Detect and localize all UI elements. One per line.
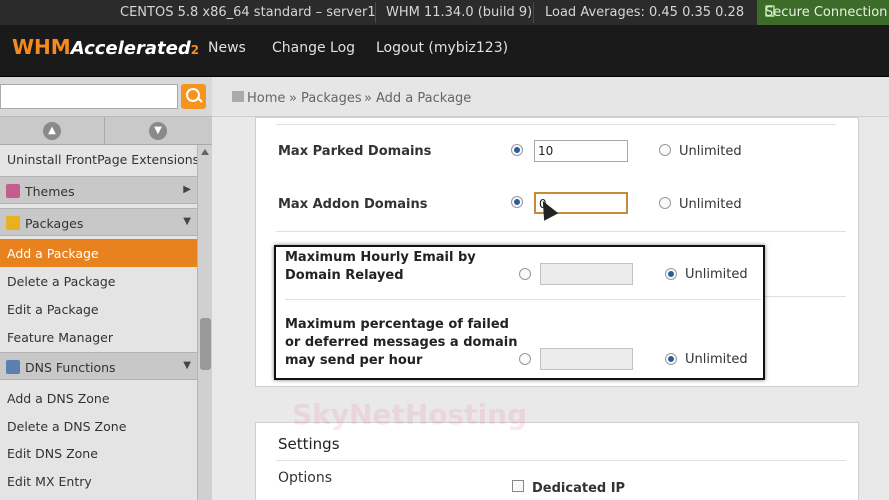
failed-custom-radio[interactable] xyxy=(519,353,531,365)
breadcrumb-home[interactable]: Home xyxy=(247,91,285,106)
search-icon[interactable] xyxy=(181,84,206,109)
failed-unlimited-radio[interactable] xyxy=(665,353,677,365)
hourly-value-input[interactable] xyxy=(540,263,633,285)
load-averages: Load Averages: 0.45 0.35 0.28 xyxy=(545,5,745,20)
sidebar-item-uninstall-frontpage[interactable]: Uninstall FrontPage Extensions xyxy=(0,145,197,173)
email-limits-callout: Maximum Hourly Email by Domain Relayed U… xyxy=(274,245,765,380)
dedicated-ip-checkbox[interactable] xyxy=(512,480,524,492)
hourly-unlimited-radio[interactable] xyxy=(665,268,677,280)
hourly-email-label-line2: Domain Relayed xyxy=(285,268,404,283)
parked-unlimited-label: Unlimited xyxy=(679,144,742,159)
sidebar-item-add-package[interactable]: Add a Package xyxy=(0,239,197,267)
breadcrumb: Home » Packages » Add a Package xyxy=(212,77,889,117)
whm-version: WHM 11.34.0 (build 9) xyxy=(386,5,533,20)
home-icon[interactable] xyxy=(232,91,244,102)
addon-unlimited-radio[interactable] xyxy=(659,197,671,209)
failed-unlimited-label: Unlimited xyxy=(685,352,748,367)
hourly-custom-radio[interactable] xyxy=(519,268,531,280)
main-header: WHMAccelerated2 News Change Log Logout (… xyxy=(0,25,889,77)
addon-custom-radio[interactable] xyxy=(511,196,523,208)
sidebar-item-edit-dns-zone[interactable]: Edit DNS Zone xyxy=(0,439,197,467)
chevron-down-icon: ▼ xyxy=(183,360,191,371)
hourly-email-label-line1: Maximum Hourly Email by xyxy=(285,250,476,265)
sidebar-search xyxy=(0,77,212,117)
sidebar-scroll-controls: ▲ ▼ xyxy=(0,117,212,145)
max-addon-label: Max Addon Domains xyxy=(278,197,428,212)
sidebar-item-edit-mx[interactable]: Edit MX Entry xyxy=(0,467,197,495)
scroll-up-icon[interactable]: ▲ xyxy=(43,122,61,140)
breadcrumb-current: Add a Package xyxy=(376,91,472,106)
scroll-down-icon[interactable]: ▼ xyxy=(149,122,167,140)
packages-icon xyxy=(6,216,20,230)
os-info: CENTOS 5.8 x86_64 standard – server1 xyxy=(120,5,376,20)
options-label: Options xyxy=(278,470,333,486)
sidebar-item-delete-dns-zone[interactable]: Delete a DNS Zone xyxy=(0,412,197,440)
server-info-bar: CENTOS 5.8 x86_64 standard – server1 WHM… xyxy=(0,0,889,25)
scrollbar-thumb[interactable] xyxy=(200,318,211,370)
sidebar-category-packages[interactable]: Packages ▼ xyxy=(0,208,197,236)
sidebar-category-themes[interactable]: Themes ▶ xyxy=(0,176,197,204)
breadcrumb-packages[interactable]: Packages xyxy=(301,91,362,106)
hourly-unlimited-label: Unlimited xyxy=(685,267,748,282)
failed-label-line3: may send per hour xyxy=(285,353,423,368)
themes-icon xyxy=(6,184,20,198)
sidebar-category-dns[interactable]: DNS Functions ▼ xyxy=(0,352,197,380)
sidebar-menu: Uninstall FrontPage Extensions Themes ▶ … xyxy=(0,145,197,500)
failed-value-input[interactable] xyxy=(540,348,633,370)
whm-logo[interactable]: WHMAccelerated2 xyxy=(12,35,199,59)
chevron-right-icon: ▶ xyxy=(183,184,191,195)
nav-logout[interactable]: Logout (mybiz123) xyxy=(376,40,508,56)
sidebar-scrollbar[interactable] xyxy=(197,145,212,500)
failed-label-line2: or deferred messages a domain xyxy=(285,335,518,350)
sidebar-item-add-dns-zone[interactable]: Add a DNS Zone xyxy=(0,384,197,412)
max-parked-label: Max Parked Domains xyxy=(278,144,432,159)
settings-panel: Settings Options Dedicated IP xyxy=(255,422,859,500)
settings-title: Settings xyxy=(278,435,340,453)
parked-custom-radio[interactable] xyxy=(511,144,523,156)
chevron-down-icon: ▼ xyxy=(183,216,191,227)
sidebar-item-edit-package[interactable]: Edit a Package xyxy=(0,295,197,323)
failed-label-line1: Maximum percentage of failed xyxy=(285,317,509,332)
search-input[interactable] xyxy=(0,84,178,109)
parked-value-input[interactable]: 10 xyxy=(534,140,628,162)
sidebar-item-delete-package[interactable]: Delete a Package xyxy=(0,267,197,295)
addon-unlimited-label: Unlimited xyxy=(679,197,742,212)
watermark-logo: SkyNetHosting xyxy=(292,398,528,431)
secure-connection-badge: Secure Connection xyxy=(757,0,889,25)
dns-icon xyxy=(6,360,20,374)
dedicated-ip-label: Dedicated IP xyxy=(532,481,626,496)
scroll-up-arrow-icon[interactable] xyxy=(201,149,209,155)
parked-unlimited-radio[interactable] xyxy=(659,144,671,156)
nav-change-log[interactable]: Change Log xyxy=(272,40,355,56)
nav-news[interactable]: News xyxy=(208,40,246,56)
sidebar-item-feature-manager[interactable]: Feature Manager xyxy=(0,323,197,351)
